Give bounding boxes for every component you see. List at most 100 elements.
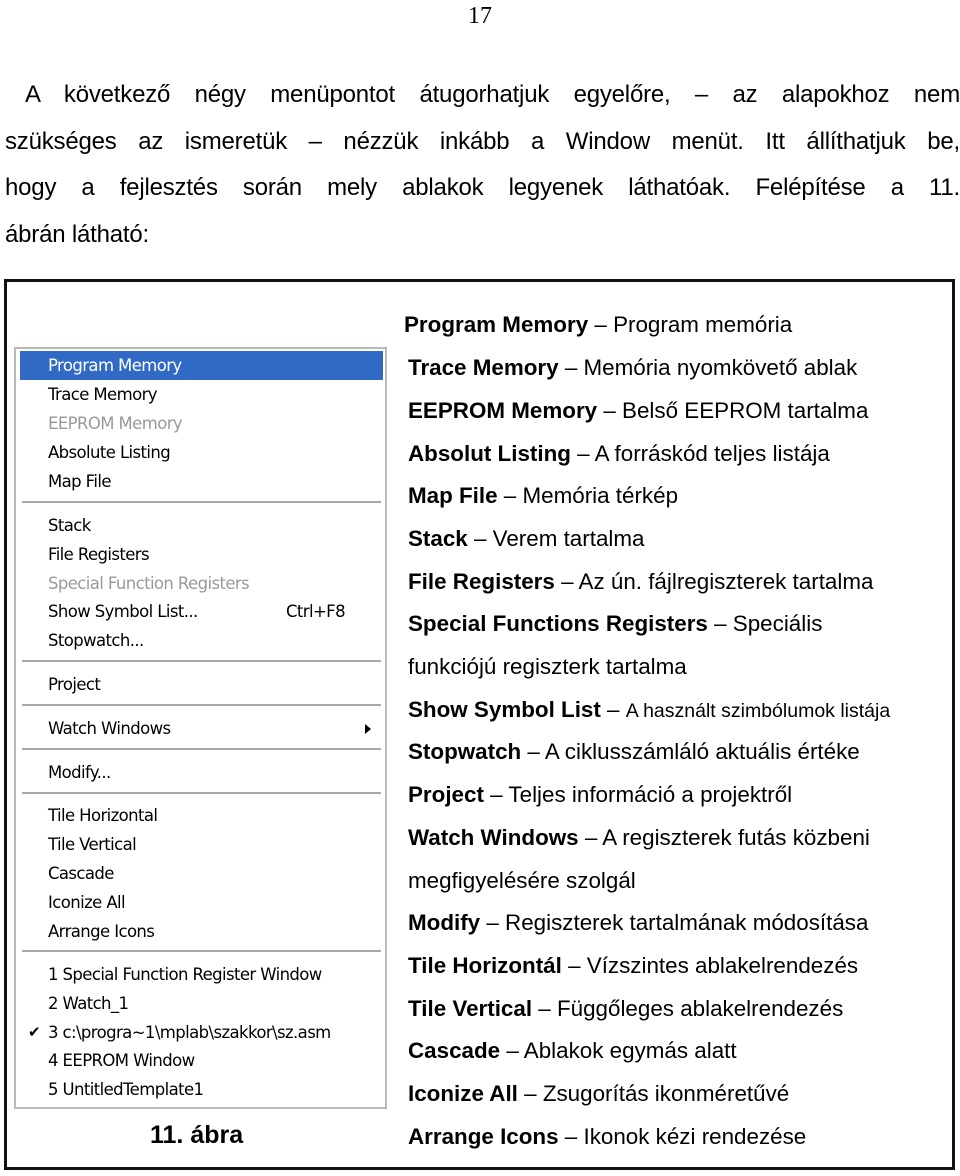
menu-item-label: 4 EEPROM Window — [48, 1051, 195, 1070]
menu-item-window-4[interactable]: 4 EEPROM Window — [20, 1046, 383, 1075]
description-sep: – — [578, 825, 603, 850]
menu-item-label: Modify... — [48, 763, 111, 782]
menu-item-stopwatch[interactable]: Stopwatch... — [20, 626, 383, 655]
description-term: Absolut Listing — [408, 441, 571, 466]
description-sep: – — [554, 569, 579, 594]
menu-item-eeprom-memory[interactable]: EEPROM Memory — [20, 409, 383, 438]
description-line: megfigyelésére szolgál — [408, 866, 960, 896]
menu-item-label: 2 Watch_1 — [48, 994, 129, 1013]
description-text: A ciklusszámláló aktuális értéke — [544, 739, 860, 764]
description-term: File Registers — [408, 569, 555, 594]
description-line: Show Symbol List – A használt szimbólumo… — [408, 695, 960, 726]
description-text: Memória nyomkövető ablak — [583, 355, 858, 380]
description-text: Belső EEPROM tartalma — [622, 398, 869, 423]
description-line: Cascade – Ablakok egymás alatt — [408, 1036, 960, 1066]
description-text: Speciális — [732, 611, 823, 636]
description-text: A forráskód teljes listája — [594, 441, 830, 466]
menu-item-label: Special Function Registers — [48, 574, 250, 593]
description-line: File Registers – Az ún. fájlregiszterek … — [408, 567, 960, 597]
menu-item-shortcut: Ctrl+F8 — [286, 602, 346, 621]
menu-item-arrange-icons[interactable]: Arrange Icons — [20, 917, 383, 946]
menu-item-label: 1 Special Function Register Window — [48, 965, 322, 984]
description-line: Stack – Verem tartalma — [408, 524, 960, 554]
description-text: Memória térkép — [522, 483, 679, 508]
description-text: Verem tartalma — [492, 526, 645, 551]
description-line: funkciójú regiszterk tartalma — [408, 652, 960, 682]
description-text: Program memória — [613, 312, 793, 337]
description-text: Ikonok kézi rendezése — [583, 1124, 807, 1149]
menu-separator — [22, 501, 381, 503]
description-line: Map File – Memória térkép — [408, 481, 960, 511]
description-sep: – — [480, 910, 506, 935]
menu-item-stack[interactable]: Stack — [20, 511, 383, 540]
menu-item-window-3[interactable]: ✔ 3 c:\progra~1\mplab\szakkor\sz.asm — [20, 1018, 383, 1047]
description-line: Tile Vertical – Függőleges ablakelrendez… — [408, 994, 960, 1024]
description-sep: – — [707, 611, 733, 636]
description-text: Az ún. fájlregiszterek tartalma — [578, 569, 874, 594]
description-line: Special Functions Registers – Speciális — [408, 609, 960, 639]
intro-line: ábrán látható: — [5, 220, 149, 248]
menu-item-label: 3 c:\progra~1\mplab\szakkor\sz.asm — [48, 1023, 331, 1042]
description-line: Program Memory – Program memória — [404, 310, 956, 340]
menu-item-window-5[interactable]: 5 UntitledTemplate1 — [20, 1075, 383, 1104]
description-term: Iconize All — [408, 1081, 518, 1106]
menu-separator — [22, 748, 381, 750]
description-line: Arrange Icons – Ikonok kézi rendezése — [408, 1122, 960, 1152]
menu-item-file-registers[interactable]: File Registers — [20, 540, 383, 569]
description-text: funkciójú regiszterk tartalma — [408, 654, 687, 679]
menu-item-label: Tile Vertical — [48, 835, 137, 854]
menu-item-trace-memory[interactable]: Trace Memory — [20, 380, 383, 409]
submenu-arrow-icon — [365, 724, 371, 734]
description-line: Stopwatch – A ciklusszámláló aktuális ér… — [408, 737, 960, 767]
menu-item-show-symbol-list[interactable]: Show Symbol List... Ctrl+F8 — [20, 597, 383, 626]
menu-item-project[interactable]: Project — [20, 670, 383, 699]
description-line: Project – Teljes információ a projektről — [408, 780, 960, 810]
description-text: A használt szimbólumok listája — [625, 700, 891, 722]
menu-item-label: Trace Memory — [48, 385, 158, 404]
intro-paragraph: A következő négy menüpontot átugorhatjuk… — [5, 72, 960, 258]
description-term: Program Memory — [404, 312, 589, 337]
menu-item-absolute-listing[interactable]: Absolute Listing — [20, 438, 383, 467]
menu-item-window-2[interactable]: 2 Watch_1 — [20, 989, 383, 1018]
description-text: A regiszterek futás közbeni — [602, 825, 870, 850]
description-term: Special Functions Registers — [408, 611, 708, 636]
description-term: Arrange Icons — [408, 1124, 559, 1149]
description-line: Modify – Regiszterek tartalmának módosít… — [408, 908, 960, 938]
menu-item-label: EEPROM Memory — [48, 414, 183, 433]
description-text: Zsugorítás ikonméretűvé — [542, 1081, 790, 1106]
description-text: Teljes információ a projektről — [508, 782, 793, 807]
menu-item-window-1[interactable]: 1 Special Function Register Window — [20, 960, 383, 989]
menu-item-label: Stack — [48, 516, 91, 535]
menu-item-tile-horizontal[interactable]: Tile Horizontal — [20, 801, 383, 830]
description-sep: – — [597, 398, 623, 423]
menu-item-watch-windows[interactable]: Watch Windows — [20, 714, 383, 743]
window-menu: Program Memory Trace Memory EEPROM Memor… — [14, 347, 387, 1109]
description-text: Ablakok egymás alatt — [523, 1038, 737, 1063]
description-term: Show Symbol List — [408, 697, 601, 722]
menu-item-cascade[interactable]: Cascade — [20, 859, 383, 888]
description-text: Regiszterek tartalmának módosítása — [505, 910, 869, 935]
menu-item-map-file[interactable]: Map File — [20, 467, 383, 496]
menu-separator — [22, 660, 381, 662]
description-sep: – — [532, 996, 557, 1021]
menu-item-iconize-all[interactable]: Iconize All — [20, 888, 383, 917]
menu-separator — [22, 950, 381, 952]
description-term: Cascade — [408, 1038, 501, 1063]
menu-item-program-memory[interactable]: Program Memory — [20, 351, 383, 380]
description-term: Watch Windows — [408, 825, 579, 850]
description-line: Absolut Listing – A forráskód teljes lis… — [408, 439, 960, 469]
description-term: Stack — [408, 526, 468, 551]
menu-item-label: Arrange Icons — [48, 922, 155, 941]
intro-line: szükséges az ismeretük – nézzük inkább a… — [5, 127, 960, 155]
menu-item-tile-vertical[interactable]: Tile Vertical — [20, 830, 383, 859]
description-sep: – — [497, 483, 523, 508]
description-term: Trace Memory — [408, 355, 559, 380]
intro-line: A következő négy menüpontot átugorhatjuk… — [25, 81, 960, 108]
menu-item-label: File Registers — [48, 545, 150, 564]
description-text: megfigyelésére szolgál — [408, 868, 636, 893]
menu-item-label: Tile Horizontal — [48, 806, 158, 825]
menu-item-special-function-registers[interactable]: Special Function Registers — [20, 569, 383, 598]
intro-line: hogy a fejlesztés során mely ablakok leg… — [5, 174, 960, 201]
menu-item-modify[interactable]: Modify... — [20, 758, 383, 787]
description-term: Modify — [408, 910, 481, 935]
